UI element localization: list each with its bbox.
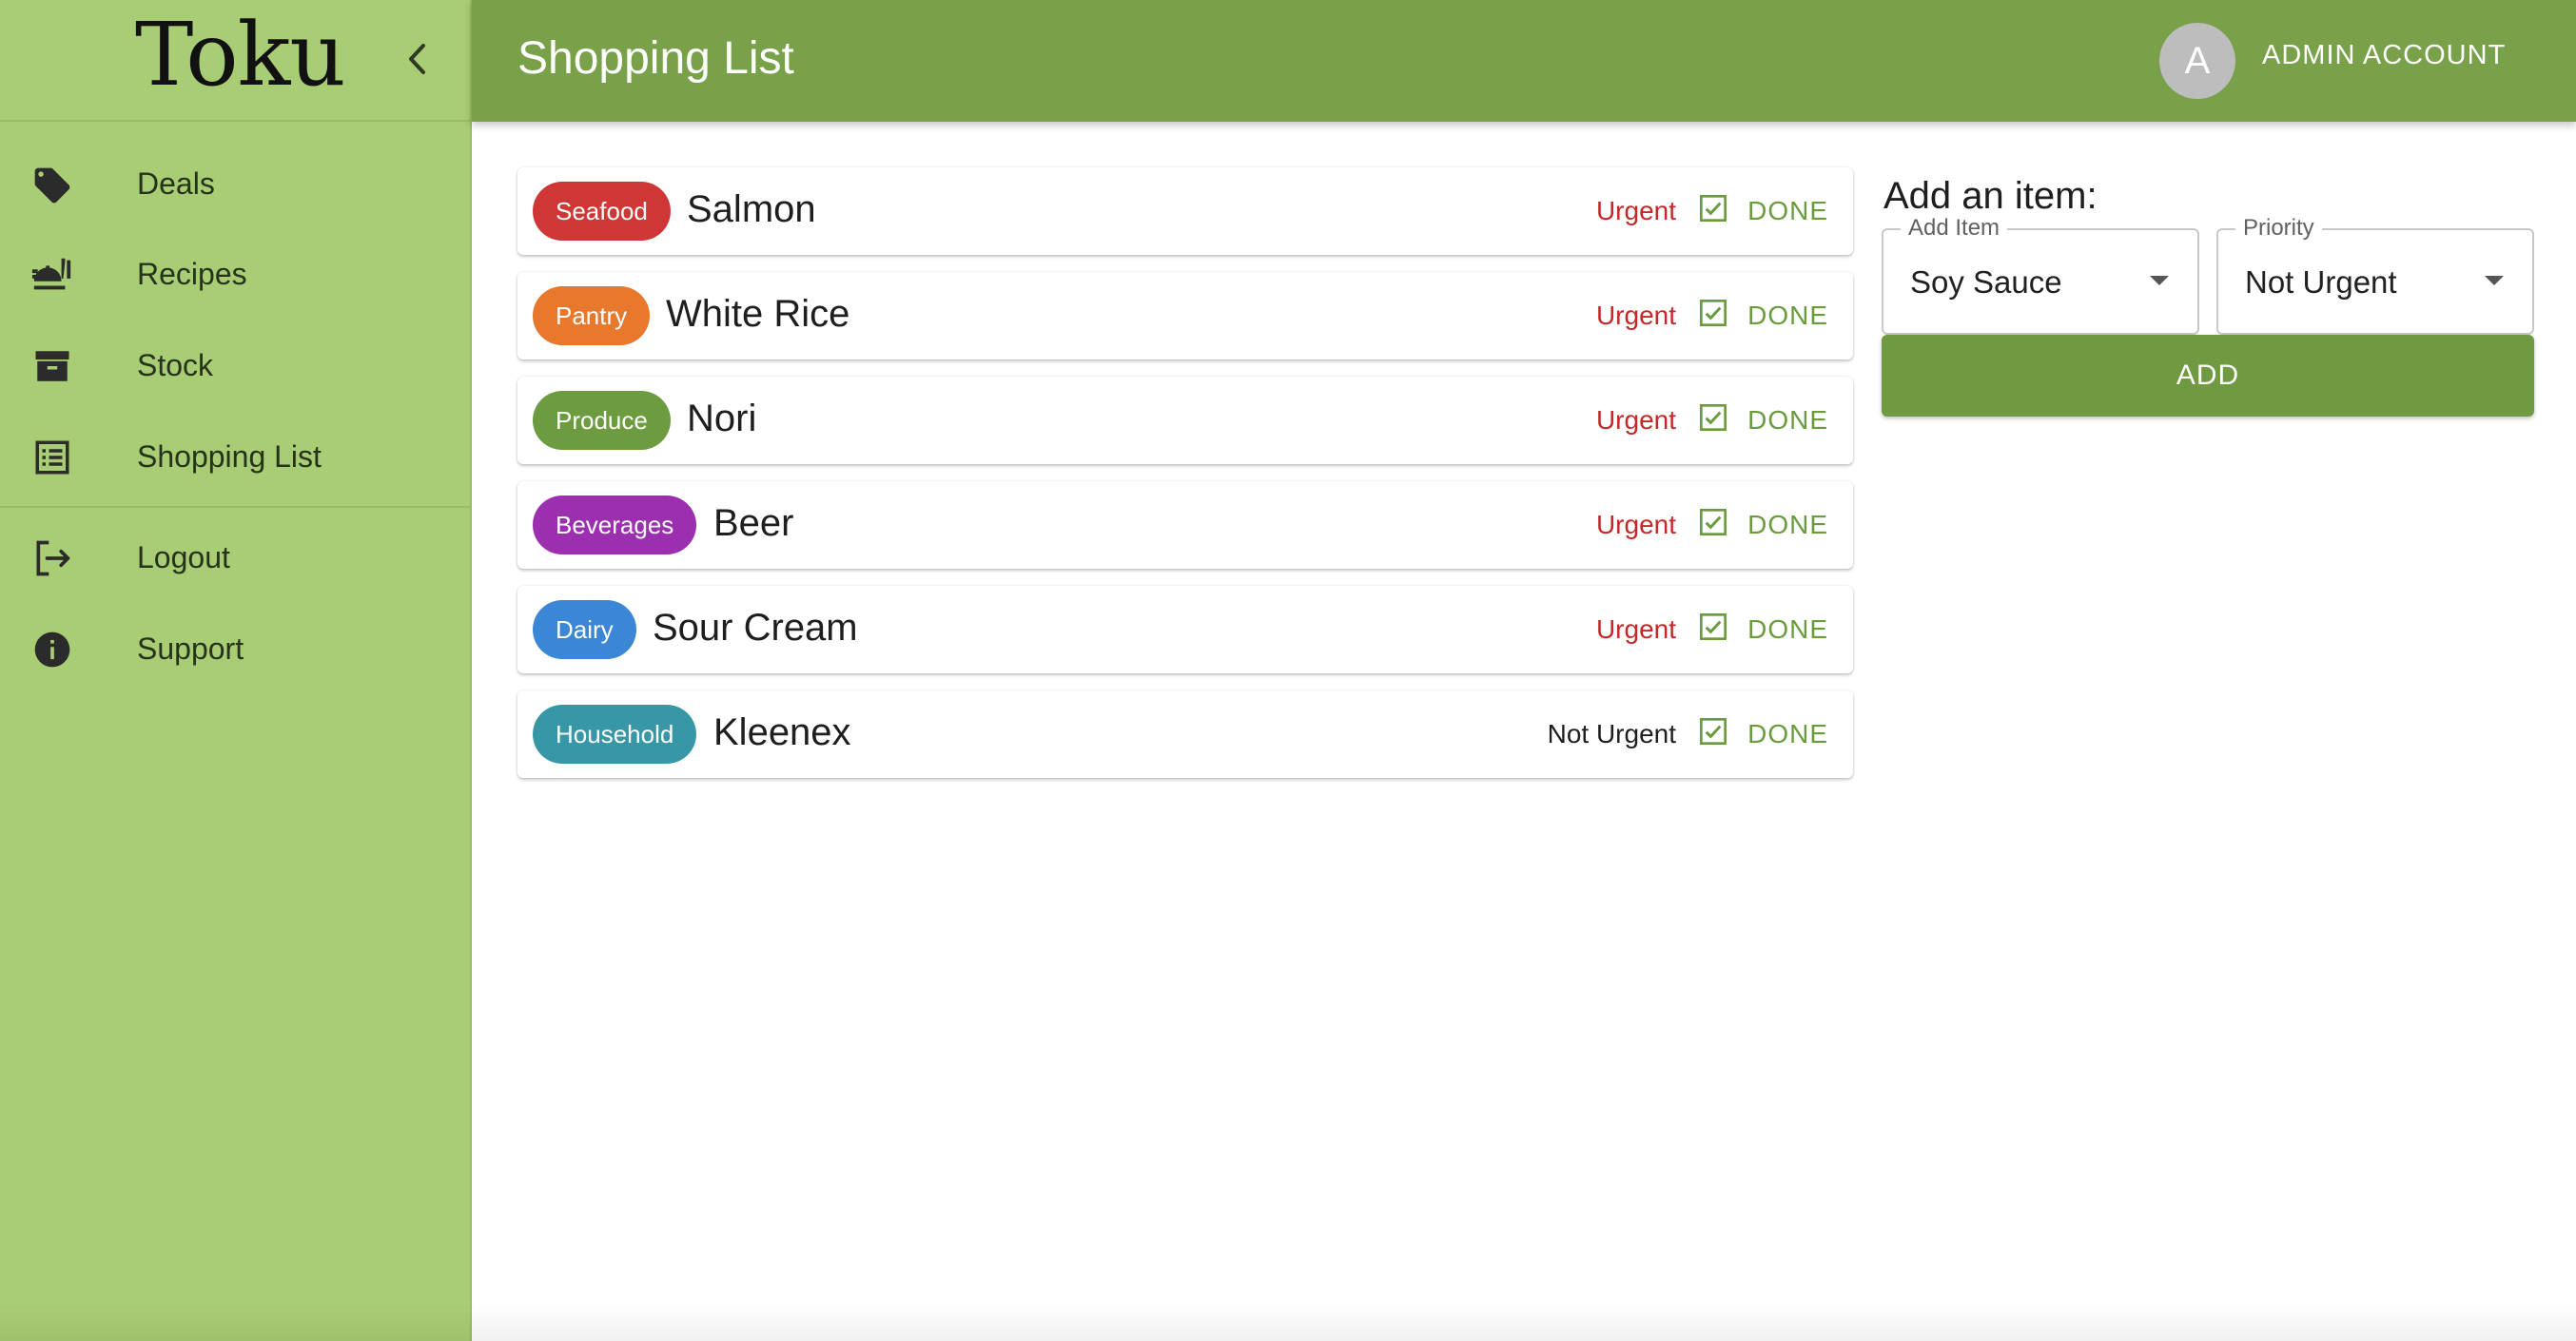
priority-label: Urgent xyxy=(1595,510,1676,539)
page-title: Shopping List xyxy=(517,33,794,84)
done-label: DONE xyxy=(1747,405,1828,435)
app-logo: Toku xyxy=(135,4,346,106)
add-item-panel: Add an item: Add Item Soy Sauce Priority… xyxy=(1882,167,2534,417)
checkbox-checked-icon xyxy=(1698,507,1728,544)
sidebar-item-deals[interactable]: Deals xyxy=(0,139,470,228)
checkbox-checked-icon xyxy=(1698,402,1728,439)
sidebar-item-label: Deals xyxy=(137,165,215,201)
list-item: Seafood Salmon Urgent DONE xyxy=(517,167,1853,255)
sidebar-nav: Deals Recipes Stock Shopping List xyxy=(0,122,470,502)
food-service-icon xyxy=(30,253,74,297)
add-item-select-label: Add Item xyxy=(1901,215,2008,242)
shopping-list: Seafood Salmon Urgent DONE Pantry White … xyxy=(517,167,1853,795)
collapse-sidebar-button[interactable] xyxy=(394,32,439,89)
checkbox-checked-icon xyxy=(1698,298,1728,335)
done-button[interactable]: DONE xyxy=(1698,609,1828,651)
priority-select-value: Not Urgent xyxy=(2245,264,2397,300)
category-chip: Beverages xyxy=(533,496,697,554)
sidebar-item-logout[interactable]: Logout xyxy=(0,512,470,603)
account-button[interactable]: ADMIN ACCOUNT xyxy=(2262,40,2506,71)
logout-icon xyxy=(30,536,74,580)
priority-label: Urgent xyxy=(1595,614,1676,644)
sidebar-item-shopping-list[interactable]: Shopping List xyxy=(0,411,470,502)
chevron-left-icon xyxy=(406,43,427,80)
sidebar-item-label: Support xyxy=(137,631,244,666)
done-button[interactable]: DONE xyxy=(1698,295,1828,337)
sidebar-item-recipes[interactable]: Recipes xyxy=(0,228,470,320)
tag-icon xyxy=(30,164,74,207)
avatar[interactable]: A xyxy=(2159,23,2235,99)
priority-label: Urgent xyxy=(1595,405,1676,435)
item-name: Nori xyxy=(687,398,757,439)
done-label: DONE xyxy=(1747,719,1828,748)
priority-select-label: Priority xyxy=(2235,215,2322,242)
top-app-bar: Shopping List A ADMIN ACCOUNT xyxy=(472,0,2576,122)
category-chip: Pantry xyxy=(533,286,651,345)
checkbox-checked-icon xyxy=(1698,193,1728,230)
list-item: Dairy Sour Cream Urgent DONE xyxy=(517,586,1853,673)
priority-label: Urgent xyxy=(1595,196,1676,225)
done-button[interactable]: DONE xyxy=(1698,504,1828,546)
info-icon xyxy=(30,628,74,671)
sidebar-secondary-nav: Logout Support xyxy=(0,508,470,694)
sidebar-item-support[interactable]: Support xyxy=(0,603,470,694)
item-name: White Rice xyxy=(666,293,850,335)
archive-icon xyxy=(30,344,74,388)
sidebar-item-label: Stock xyxy=(137,347,214,382)
sidebar-item-label: Logout xyxy=(137,539,230,574)
done-button[interactable]: DONE xyxy=(1698,399,1828,441)
dropdown-arrow-icon xyxy=(2485,276,2504,285)
checkbox-checked-icon xyxy=(1698,716,1728,753)
list-item: Pantry White Rice Urgent DONE xyxy=(517,272,1853,360)
item-name: Salmon xyxy=(687,188,816,230)
checkbox-checked-icon xyxy=(1698,612,1728,649)
category-chip: Seafood xyxy=(533,182,671,241)
category-chip: Dairy xyxy=(533,600,636,659)
done-label: DONE xyxy=(1747,614,1828,644)
sidebar-item-stock[interactable]: Stock xyxy=(0,320,470,411)
sidebar: Toku Deals Recipes Stock Shopping List L… xyxy=(0,0,472,1341)
sidebar-header: Toku xyxy=(0,0,470,122)
item-name: Sour Cream xyxy=(653,607,858,649)
add-item-select[interactable]: Add Item Soy Sauce xyxy=(1882,215,2199,335)
sidebar-item-label: Recipes xyxy=(137,256,247,291)
done-label: DONE xyxy=(1747,196,1828,225)
dropdown-arrow-icon xyxy=(2150,276,2169,285)
category-chip: Produce xyxy=(533,391,671,450)
add-item-select-value: Soy Sauce xyxy=(1910,264,2062,300)
item-name: Beer xyxy=(713,502,794,544)
done-label: DONE xyxy=(1747,510,1828,539)
priority-label: Not Urgent xyxy=(1547,719,1676,748)
item-name: Kleenex xyxy=(713,711,851,753)
done-button[interactable]: DONE xyxy=(1698,190,1828,232)
list-item: Produce Nori Urgent DONE xyxy=(517,377,1853,464)
sidebar-item-label: Shopping List xyxy=(137,438,322,474)
add-button[interactable]: ADD xyxy=(1882,335,2534,417)
list-icon xyxy=(30,436,74,479)
priority-select[interactable]: Priority Not Urgent xyxy=(2216,215,2534,335)
list-item: Beverages Beer Urgent DONE xyxy=(517,481,1853,569)
category-chip: Household xyxy=(533,705,697,764)
done-label: DONE xyxy=(1747,301,1828,330)
list-item: Household Kleenex Not Urgent DONE xyxy=(517,690,1853,778)
priority-label: Urgent xyxy=(1595,301,1676,330)
done-button[interactable]: DONE xyxy=(1698,713,1828,755)
add-item-title: Add an item: xyxy=(1883,175,2098,217)
